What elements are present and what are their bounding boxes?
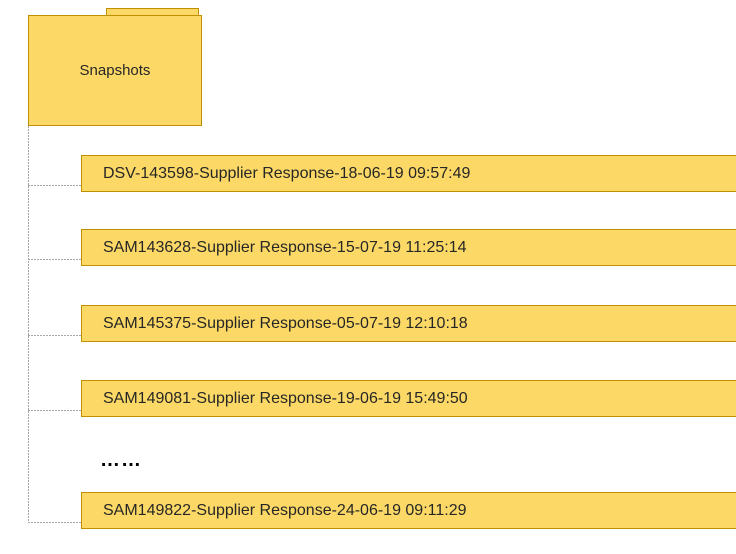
snapshots-folder[interactable]: Snapshots [28, 15, 202, 126]
snapshot-item-last[interactable]: SAM149822-Supplier Response-24-06-19 09:… [81, 492, 736, 529]
snapshot-item[interactable]: SAM145375-Supplier Response-05-07-19 12:… [81, 305, 736, 342]
snapshot-label: SAM143628-Supplier Response-15-07-19 11:… [103, 238, 467, 256]
more-items-ellipsis: …… [100, 449, 142, 471]
snapshot-item[interactable]: SAM149081-Supplier Response-19-06-19 15:… [81, 380, 736, 417]
snapshot-label: SAM145375-Supplier Response-05-07-19 12:… [103, 314, 468, 332]
snapshot-label: SAM149822-Supplier Response-24-06-19 09:… [103, 501, 467, 519]
snapshot-item[interactable]: SAM143628-Supplier Response-15-07-19 11:… [81, 229, 736, 266]
snapshot-label: SAM149081-Supplier Response-19-06-19 15:… [103, 389, 468, 407]
snapshot-item[interactable]: DSV-143598-Supplier Response-18-06-19 09… [81, 155, 736, 192]
folder-label: Snapshots [79, 62, 151, 79]
snapshot-label: DSV-143598-Supplier Response-18-06-19 09… [103, 164, 471, 182]
